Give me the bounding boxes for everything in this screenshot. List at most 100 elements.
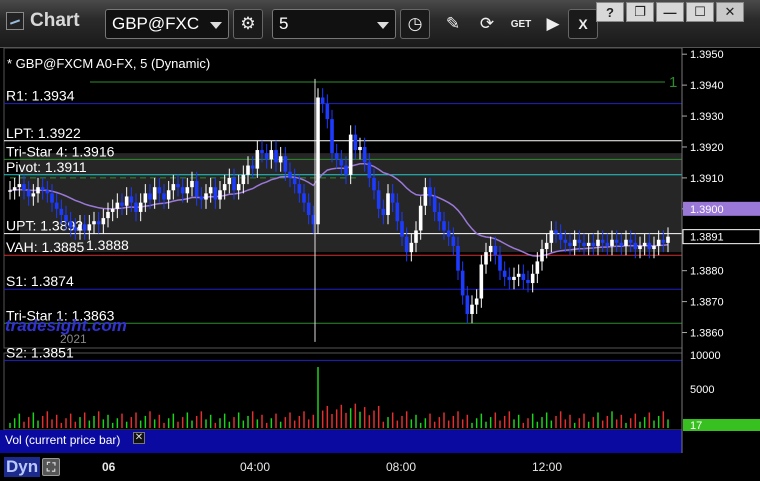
- y-tick-label: 1.3860: [690, 328, 724, 340]
- close-icon[interactable]: ✕: [133, 432, 145, 444]
- play-icon[interactable]: ▶: [538, 9, 568, 39]
- candle-body: [208, 187, 213, 194]
- y-tick-label: 1.3870: [690, 297, 724, 309]
- candle-body: [185, 187, 190, 194]
- candle-body: [423, 187, 428, 206]
- price-level-label: Tri-Star 4: 1.3916: [6, 143, 115, 159]
- candle-body: [628, 239, 633, 243]
- candle-body: [568, 242, 572, 246]
- chevron-down-icon[interactable]: [377, 22, 389, 29]
- time-tick: 12:00: [532, 460, 563, 474]
- candle-body: [199, 196, 204, 200]
- extra-level-label: 1.3888: [86, 237, 129, 253]
- candle-body: [502, 270, 507, 277]
- watermark-year: 2021: [60, 332, 87, 346]
- get-icon[interactable]: GET: [506, 9, 536, 39]
- candle-body: [78, 224, 82, 231]
- candle-body: [204, 193, 208, 200]
- candle-body: [152, 187, 157, 200]
- candle-body: [325, 103, 330, 120]
- candle-body: [647, 242, 652, 250]
- help-button[interactable]: ?: [596, 2, 624, 22]
- toolbar: Chart GBP@FXC ⚙ 5 ◷ ✎ ⟳ GET ▶ X ? ❐ — ☐ …: [0, 0, 760, 48]
- candle-body: [176, 184, 180, 188]
- candle-body: [348, 134, 353, 175]
- candle-body: [381, 208, 386, 216]
- time-tick: 06: [102, 460, 116, 474]
- candle-body: [59, 208, 64, 216]
- time-tick: 08:00: [386, 460, 417, 474]
- dynamic-mode[interactable]: Dyn ⛶: [4, 457, 61, 477]
- time-axis: Dyn ⛶ 06 04:00 08:00 12:00: [0, 453, 760, 481]
- candle-body: [624, 239, 628, 246]
- candle-body: [362, 146, 367, 163]
- volume-tick-label: 10000: [690, 350, 721, 362]
- candle-body: [456, 245, 460, 271]
- candle-body: [110, 208, 115, 212]
- window-close-button[interactable]: ✕: [716, 2, 744, 22]
- symbol-value: GBP@FXC: [112, 14, 200, 33]
- candle-body: [124, 196, 129, 206]
- candle-body: [498, 255, 502, 271]
- close-chart-button[interactable]: X: [568, 9, 598, 39]
- candle-body: [54, 202, 59, 209]
- candle-body: [465, 295, 470, 314]
- clock-icon[interactable]: ◷: [400, 9, 430, 39]
- candle-body: [591, 242, 596, 246]
- candle-body: [404, 236, 409, 253]
- candle-body: [64, 215, 68, 222]
- candle-body: [572, 239, 577, 246]
- candle-body: [36, 187, 40, 194]
- candle-body: [512, 276, 516, 280]
- candle-body: [232, 177, 236, 191]
- candle-body: [376, 190, 381, 209]
- candle-body: [428, 187, 432, 197]
- candle-body: [264, 153, 269, 160]
- candle-body: [437, 211, 442, 222]
- candle-body: [148, 193, 152, 200]
- lock-icon[interactable]: ⛶: [42, 458, 61, 476]
- window-title: Chart: [6, 10, 80, 32]
- candle-body: [642, 242, 647, 246]
- indicator-icon[interactable]: ⟳: [472, 9, 502, 39]
- candle-body: [488, 245, 493, 253]
- candle-body: [414, 230, 418, 243]
- restore-button[interactable]: ❐: [626, 2, 654, 22]
- price-level-label: S1: 1.3874: [6, 273, 74, 289]
- candle-body: [432, 196, 437, 212]
- candle-body: [222, 184, 227, 191]
- y-tick-label: 1.3920: [690, 142, 724, 154]
- candle-body: [180, 187, 185, 194]
- pencil-icon[interactable]: ✎: [438, 9, 468, 39]
- candle-body: [302, 193, 306, 203]
- candle-body: [278, 156, 283, 163]
- price-chart[interactable]: R1: 1.3934 LPT: 1.3922 Tri-Star 4: 1.3916P…: [0, 48, 760, 453]
- candle-body: [619, 242, 624, 246]
- candle-body: [652, 245, 656, 250]
- candle-body: [614, 239, 619, 243]
- candle-body: [26, 190, 31, 197]
- candle-body: [638, 245, 642, 250]
- price-level-label: LPT: 1.3922: [6, 125, 81, 141]
- interval-selector[interactable]: 5: [272, 9, 396, 39]
- candle-body: [227, 177, 232, 185]
- candle-body: [474, 298, 479, 305]
- candle-body: [236, 184, 241, 191]
- candle-body: [656, 239, 661, 246]
- candle-body: [40, 187, 45, 191]
- chevron-down-icon[interactable]: [210, 22, 222, 29]
- candle-body: [451, 236, 456, 246]
- y-tick-label: 1.3930: [690, 111, 724, 123]
- volume-tag-text: 17: [690, 420, 702, 432]
- symbol-selector[interactable]: GBP@FXC: [105, 9, 229, 39]
- candle-body: [269, 150, 274, 160]
- candle-body: [386, 193, 390, 216]
- candle-body: [166, 190, 171, 200]
- minimize-button[interactable]: —: [656, 2, 684, 22]
- candle-body: [157, 187, 162, 194]
- candle-body: [633, 242, 638, 250]
- maximize-button[interactable]: ☐: [686, 2, 714, 22]
- candle-body: [479, 264, 484, 299]
- settings-icon[interactable]: ⚙: [233, 9, 263, 39]
- candle-body: [395, 202, 400, 222]
